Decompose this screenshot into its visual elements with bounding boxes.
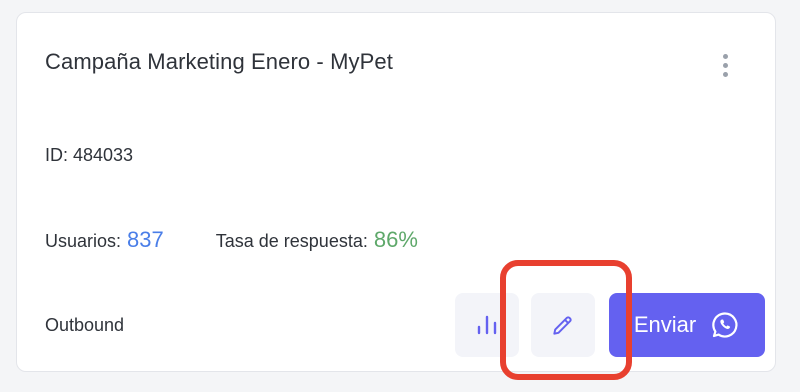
more-options-icon[interactable]	[711, 49, 739, 81]
response-rate-label: Tasa de respuesta:	[215, 231, 368, 251]
campaign-title: Campaña Marketing Enero - MyPet	[45, 49, 393, 74]
campaign-stats: Usuarios: 837 Tasa de respuesta: 86%	[45, 227, 418, 253]
send-button-label: Enviar	[633, 312, 697, 337]
users-value: 837	[127, 227, 164, 252]
kebab-dot	[722, 62, 728, 68]
users-label: Usuarios:	[45, 231, 122, 251]
campaign-type: Outbound	[45, 315, 125, 335]
edit-button[interactable]	[531, 293, 595, 357]
kebab-dot	[722, 71, 728, 77]
campaign-id: ID: 484033	[45, 145, 134, 165]
kebab-dot	[722, 53, 728, 59]
statistics-button[interactable]	[455, 293, 519, 357]
campaign-card: Campaña Marketing Enero - MyPet ID: 4840…	[16, 12, 776, 372]
send-button[interactable]: Enviar	[609, 293, 765, 357]
whatsapp-icon	[712, 312, 738, 338]
bar-chart-icon	[477, 315, 497, 335]
response-rate-value: 86%	[373, 227, 418, 252]
pencil-icon	[553, 316, 572, 335]
